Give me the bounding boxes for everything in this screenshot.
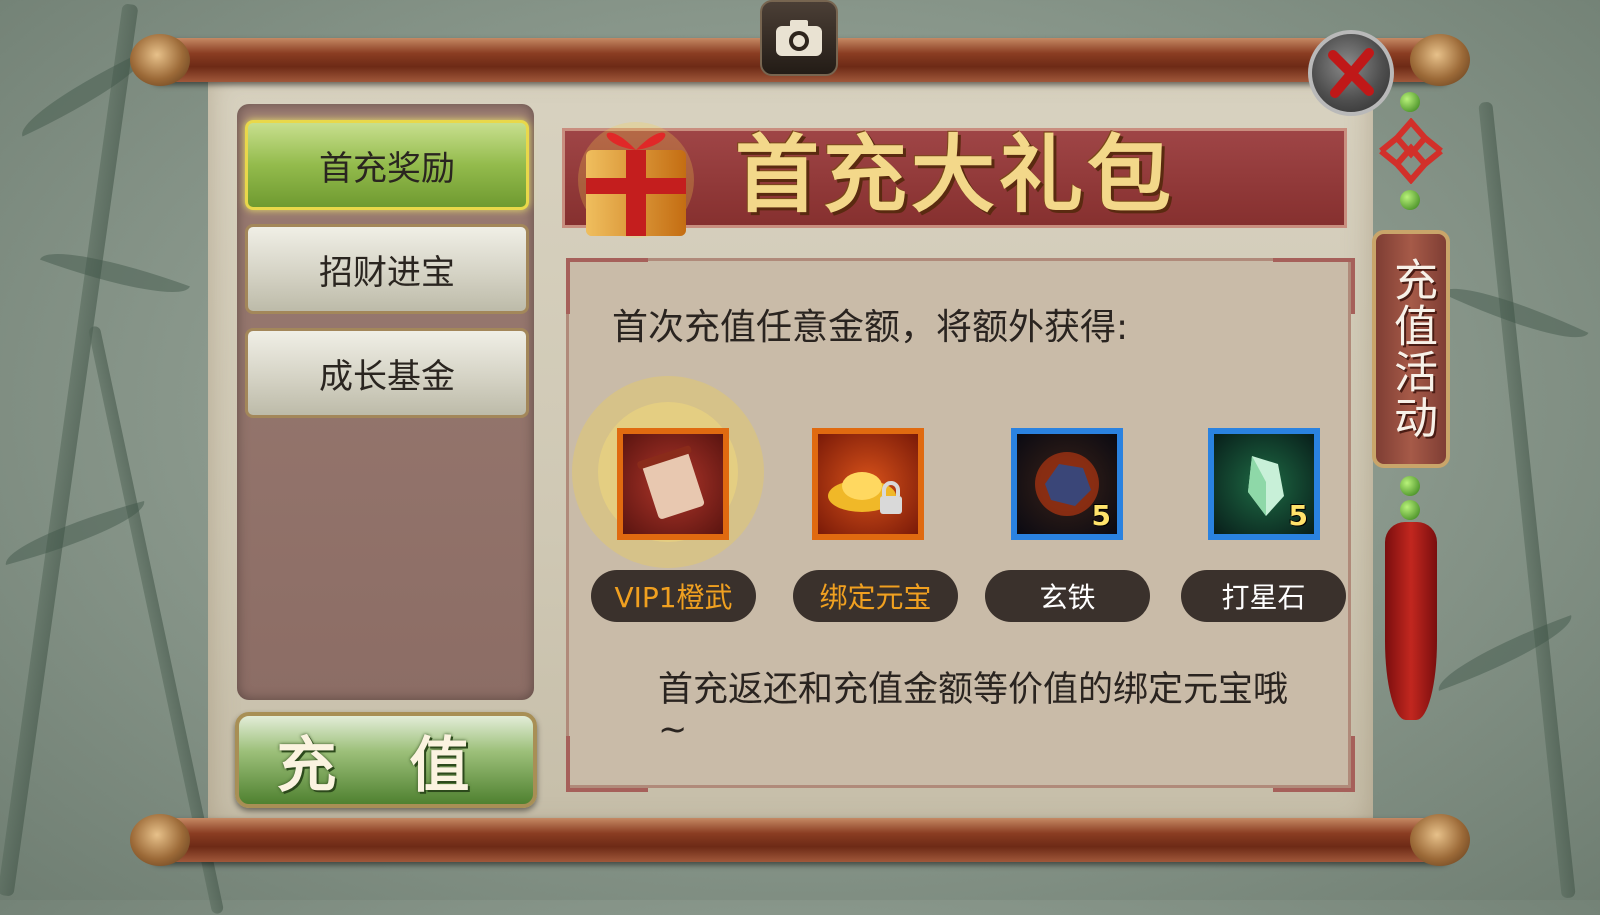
scroll-rod-bottom [130, 814, 1470, 866]
frame-corner [1273, 258, 1355, 314]
close-icon [1328, 48, 1374, 98]
gift-box-icon [578, 122, 694, 238]
item-count: 5 [1091, 499, 1111, 532]
frame-corner [566, 736, 648, 792]
recharge-button-label: 充 值 [276, 730, 496, 801]
jade-bead [1400, 500, 1420, 520]
side-tab-label: 充值活动 [1386, 257, 1437, 441]
reward-item-bound-ingot[interactable] [812, 428, 924, 540]
reward-item-vip-weapon[interactable] [617, 428, 729, 540]
rod-end-right [1410, 814, 1470, 866]
tab-fortune[interactable]: 招财进宝 [245, 224, 529, 314]
scroll-icon [637, 445, 705, 519]
tab-first-recharge-reward[interactable]: 首充奖励 [245, 120, 529, 210]
tab-label: 成长基金 [319, 356, 455, 397]
jade-bead [1400, 92, 1420, 112]
bamboo-stalk [1478, 101, 1576, 899]
rod-end-right [1410, 34, 1470, 86]
reward-label: VIP1橙武 [591, 570, 756, 622]
intro-text: 首次充值任意金额，将额外获得: [612, 307, 1129, 348]
reward-item-star-stone[interactable]: 5 [1208, 428, 1320, 540]
gold-ingot-icon [828, 472, 902, 514]
rod-end-left [130, 814, 190, 866]
tab-growth-fund[interactable]: 成长基金 [245, 328, 529, 418]
reward-label: 绑定元宝 [793, 570, 958, 622]
bamboo-leaf [1430, 615, 1580, 691]
jade-bead [1400, 190, 1420, 210]
camera-icon [776, 20, 822, 56]
jade-bead [1400, 476, 1420, 496]
reward-label: 打星石 [1181, 570, 1346, 622]
item-count: 5 [1288, 499, 1308, 532]
chinese-knot-icon [1379, 118, 1443, 184]
description-text: 首充返还和充值金额等价值的绑定元宝哦~ [658, 670, 1289, 750]
screenshot-button[interactable] [760, 0, 838, 76]
bamboo-leaf [0, 501, 151, 565]
banner-title: 首充大礼包 [735, 125, 1176, 224]
reward-item-black-iron[interactable]: 5 [1011, 428, 1123, 540]
red-tassel [1385, 522, 1437, 720]
bamboo-leaf [40, 235, 190, 311]
tab-label: 首充奖励 [319, 148, 455, 189]
reward-label: 玄铁 [985, 570, 1150, 622]
recharge-button[interactable]: 充 值 [235, 712, 537, 808]
close-button[interactable] [1308, 30, 1394, 116]
rod-end-left [130, 34, 190, 86]
recharge-activity-tab[interactable]: 充值活动 [1372, 230, 1450, 468]
tab-label: 招财进宝 [319, 252, 455, 293]
